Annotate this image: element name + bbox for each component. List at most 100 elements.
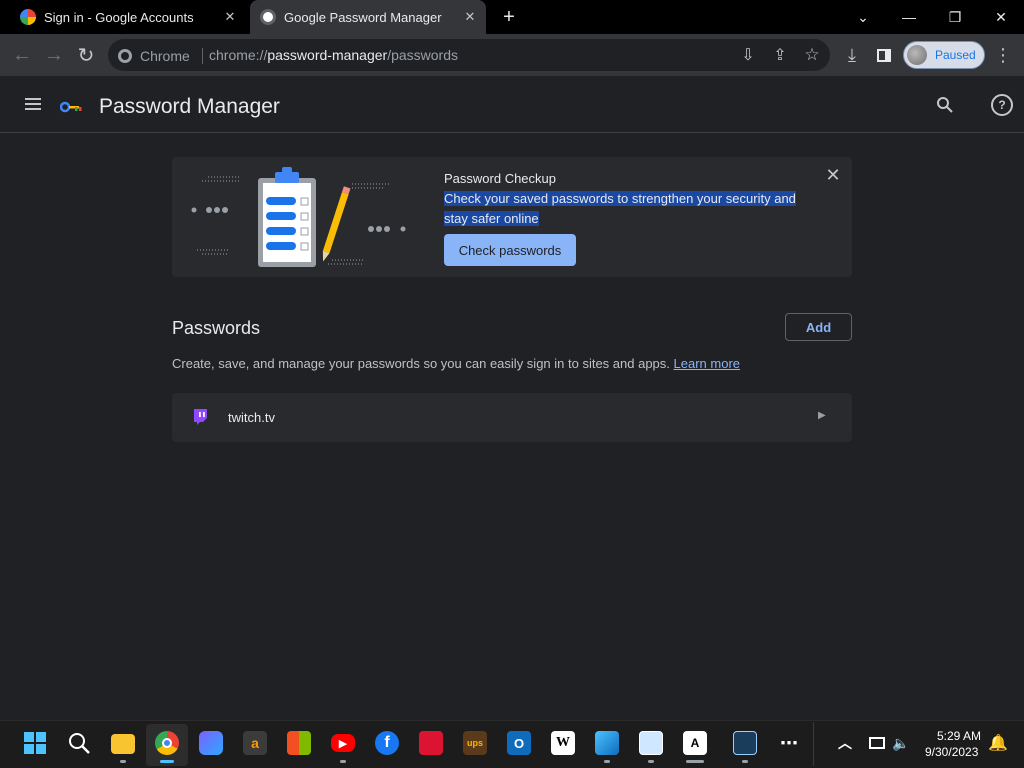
back-button[interactable]: ← bbox=[9, 42, 35, 68]
running-indicator bbox=[340, 760, 346, 763]
facebook-icon[interactable]: f bbox=[375, 731, 399, 755]
running-indicator bbox=[120, 760, 126, 763]
chrome-menu-button[interactable]: ⋮ bbox=[990, 42, 1016, 68]
more-apps-icon[interactable]: ⋯ bbox=[777, 731, 801, 755]
add-password-button[interactable]: Add bbox=[785, 313, 852, 341]
new-tab-button[interactable]: + bbox=[487, 0, 531, 34]
chip-divider bbox=[201, 48, 203, 64]
search-button[interactable] bbox=[934, 94, 956, 116]
side-panel-icon bbox=[877, 48, 891, 62]
bank-of-america-icon[interactable] bbox=[419, 731, 443, 755]
clock-time[interactable]: 5:29 AM bbox=[937, 729, 981, 743]
network-icon[interactable] bbox=[865, 731, 889, 755]
help-icon: ? bbox=[998, 98, 1006, 112]
notifications-bell-icon[interactable]: 🔔 bbox=[986, 731, 1010, 755]
close-icon: ✕ bbox=[825, 165, 841, 185]
install-app-button[interactable]: ⇩ bbox=[735, 42, 761, 68]
close-tab-icon[interactable]: ✕ bbox=[462, 9, 478, 25]
start-button[interactable] bbox=[23, 731, 47, 755]
help-button[interactable]: ? bbox=[991, 94, 1013, 116]
forward-button[interactable]: → bbox=[41, 42, 67, 68]
downloads-button[interactable]: ⤓ bbox=[839, 42, 865, 68]
taskbar-divider bbox=[813, 722, 814, 766]
tab-password-manager[interactable]: Google Password Manager ✕ bbox=[250, 0, 486, 34]
display-icon bbox=[869, 737, 885, 749]
google-g-icon bbox=[20, 9, 36, 25]
outlook-icon[interactable]: O bbox=[507, 731, 531, 755]
search-icon bbox=[69, 733, 90, 754]
ups-icon[interactable]: ups bbox=[463, 731, 487, 755]
menu-button[interactable] bbox=[24, 96, 44, 114]
stock-chart-icon[interactable] bbox=[639, 731, 663, 755]
key-logo-icon bbox=[59, 101, 82, 113]
reload-icon: ↻ bbox=[77, 44, 95, 67]
profile-status-label: Paused bbox=[935, 48, 976, 62]
passwords-description: Create, save, and manage your passwords … bbox=[172, 356, 740, 371]
url-host: password-manager bbox=[267, 47, 388, 63]
star-icon: ☆ bbox=[804, 45, 820, 64]
calculator-vista-icon[interactable] bbox=[733, 731, 757, 755]
reload-button[interactable]: ↻ bbox=[73, 42, 99, 68]
tab-title: Google Password Manager bbox=[284, 9, 442, 25]
tab-search-button[interactable]: ⌄ bbox=[840, 0, 886, 34]
share-button[interactable]: ⇪ bbox=[767, 42, 793, 68]
chevron-down-icon: ⌄ bbox=[857, 8, 869, 25]
minimize-button[interactable]: — bbox=[886, 0, 932, 34]
microsoft-store-icon[interactable] bbox=[287, 731, 311, 755]
checkup-illustration bbox=[191, 167, 406, 267]
learn-more-link[interactable]: Learn more bbox=[674, 356, 740, 371]
copilot-icon[interactable] bbox=[199, 731, 223, 755]
more-vert-icon: ⋮ bbox=[994, 44, 1012, 65]
bookmark-button[interactable]: ☆ bbox=[799, 42, 825, 68]
hamburger-icon bbox=[25, 98, 41, 100]
photos-icon[interactable] bbox=[595, 731, 619, 755]
close-window-button[interactable]: ✕ bbox=[978, 0, 1024, 34]
plus-icon: + bbox=[503, 5, 515, 28]
taskbar-search-button[interactable] bbox=[67, 731, 91, 755]
tab-title: Sign in - Google Accounts bbox=[44, 9, 194, 25]
running-indicator bbox=[160, 760, 174, 763]
show-hidden-icons-button[interactable]: ︿ bbox=[833, 731, 857, 755]
chrome-icon[interactable] bbox=[155, 731, 179, 755]
install-icon: ⇩ bbox=[741, 47, 755, 64]
forward-arrow-icon: → bbox=[44, 43, 64, 66]
file-explorer-icon[interactable] bbox=[111, 734, 135, 754]
clock-date[interactable]: 9/30/2023 bbox=[925, 745, 978, 759]
url-text[interactable]: chrome://password-manager/passwords bbox=[209, 47, 458, 63]
share-icon: ⇪ bbox=[773, 47, 787, 64]
passwords-description-text: Create, save, and manage your passwords … bbox=[172, 356, 670, 371]
checkup-description: Check your saved passwords to strengthen… bbox=[444, 189, 804, 229]
close-icon: ✕ bbox=[995, 8, 1007, 25]
youtube-icon[interactable]: ▶ bbox=[331, 734, 355, 752]
checkup-title: Password Checkup bbox=[444, 171, 556, 186]
site-chip[interactable]: Chrome bbox=[118, 47, 203, 65]
password-manager-logo bbox=[59, 100, 84, 113]
minimize-icon: — bbox=[902, 9, 916, 25]
twitch-icon bbox=[194, 409, 207, 425]
tab-sign-in[interactable]: Sign in - Google Accounts ✕ bbox=[10, 0, 246, 34]
page-title: Password Manager bbox=[99, 95, 280, 118]
passwords-heading: Passwords bbox=[172, 318, 261, 338]
password-manager-key-icon bbox=[260, 9, 276, 25]
side-panel-button[interactable] bbox=[871, 42, 897, 68]
running-indicator bbox=[742, 760, 748, 763]
running-indicator bbox=[686, 760, 704, 763]
chrome-center-icon bbox=[162, 738, 172, 748]
download-icon: ⤓ bbox=[848, 44, 856, 65]
amazon-icon[interactable]: a bbox=[243, 731, 267, 755]
site-chip-label: Chrome bbox=[140, 48, 190, 64]
wikipedia-icon[interactable]: W bbox=[551, 731, 575, 755]
dismiss-checkup-button[interactable]: ✕ bbox=[822, 164, 844, 186]
chrome-icon bbox=[118, 49, 132, 63]
url-prefix: chrome:// bbox=[209, 47, 268, 63]
close-tab-icon[interactable]: ✕ bbox=[222, 9, 238, 25]
search-icon bbox=[937, 97, 953, 113]
restore-button[interactable]: ❐ bbox=[932, 0, 978, 34]
password-site-name: twitch.tv bbox=[228, 410, 275, 425]
check-passwords-button[interactable]: Check passwords bbox=[444, 234, 576, 266]
checkup-description-text: Check your saved passwords to strengthen… bbox=[444, 191, 796, 226]
windows-start-icon bbox=[24, 732, 46, 754]
adobe-icon[interactable]: A bbox=[683, 731, 707, 755]
running-indicator bbox=[648, 760, 654, 763]
volume-muted-icon[interactable]: 🔈 bbox=[889, 731, 913, 755]
